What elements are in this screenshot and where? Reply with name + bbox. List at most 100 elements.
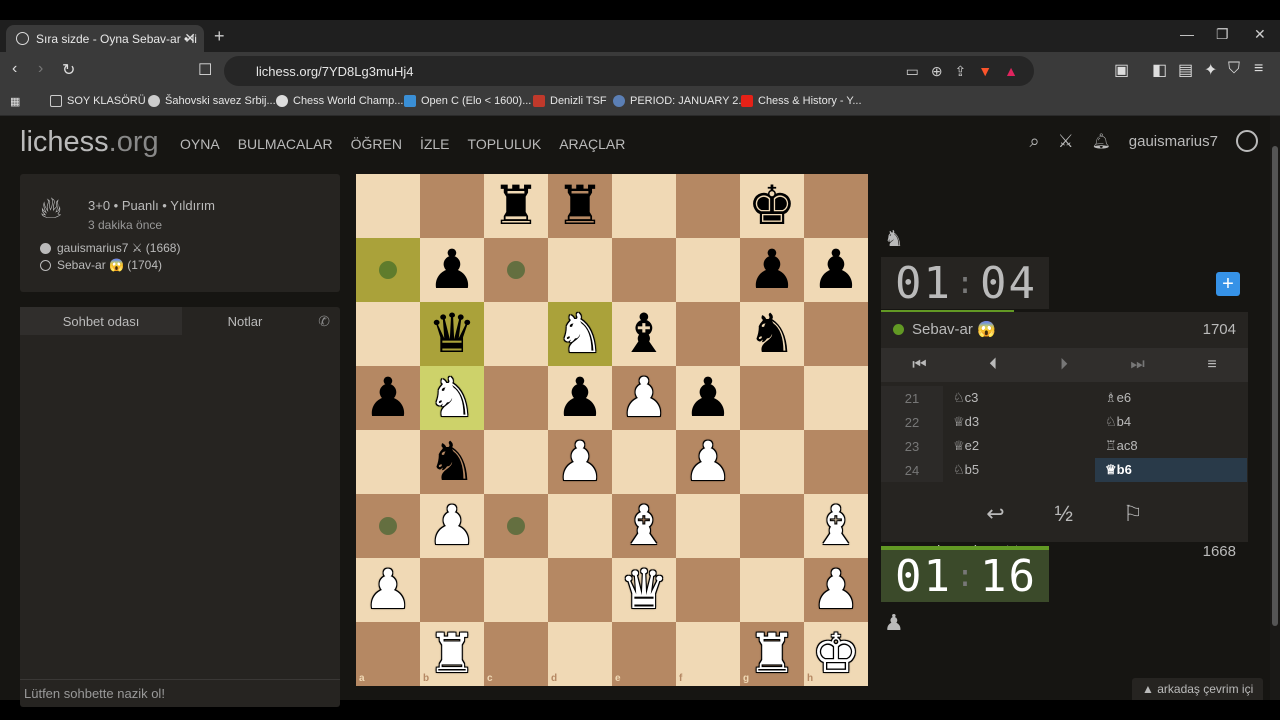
white-piece-b5[interactable]: ♞: [420, 366, 484, 430]
square-d2[interactable]: [548, 558, 612, 622]
black-piece-b7[interactable]: ♟: [420, 238, 484, 302]
bookmark-item[interactable]: Open C (Elo < 1600)...: [404, 95, 531, 107]
square-f6[interactable]: [676, 302, 740, 366]
black-move[interactable]: ♘b4: [1095, 410, 1247, 434]
scrollbar-thumb[interactable]: [1272, 146, 1278, 626]
square-a1[interactable]: [356, 622, 420, 686]
square-c4[interactable]: [484, 430, 548, 494]
square-a6[interactable]: [356, 302, 420, 366]
tab-notes[interactable]: Notlar: [182, 307, 308, 335]
address-bar[interactable]: lichess.org/7YD8Lg3muHj4 ▭ ⊕ ⇪ ▼ ▲: [224, 56, 1034, 86]
square-e4[interactable]: [612, 430, 676, 494]
square-f1[interactable]: [676, 622, 740, 686]
white-piece-a2[interactable]: ♟: [356, 558, 420, 622]
notification-bell-icon[interactable]: 🔔︎: [1092, 132, 1111, 150]
apps-icon[interactable]: ▦: [10, 95, 20, 108]
black-piece-d5[interactable]: ♟: [548, 366, 612, 430]
friends-online-button[interactable]: ▲ arkadaş çevrim içi: [1132, 678, 1264, 700]
square-a4[interactable]: [356, 430, 420, 494]
white-piece-e3[interactable]: ♝: [612, 494, 676, 558]
square-c6[interactable]: [484, 302, 548, 366]
user-avatar-icon[interactable]: [1236, 130, 1258, 152]
bookmark-item[interactable]: Chess World Champ...: [276, 95, 403, 107]
white-piece-d6[interactable]: ♞: [548, 302, 612, 366]
nav-tools[interactable]: ARAÇLAR: [559, 136, 625, 152]
legal-move-dot[interactable]: [507, 517, 525, 535]
nav-play[interactable]: OYNA: [180, 136, 220, 152]
square-e7[interactable]: [612, 238, 676, 302]
bookmark-item[interactable]: Chess & History - Y...: [741, 95, 862, 107]
black-piece-b4[interactable]: ♞: [420, 430, 484, 494]
next-move-icon[interactable]: ⏵: [1060, 356, 1068, 374]
square-c5[interactable]: [484, 366, 548, 430]
white-move[interactable]: ♘c3: [943, 386, 1095, 410]
square-g3[interactable]: [740, 494, 804, 558]
last-move-icon[interactable]: ⏭: [1130, 356, 1144, 374]
brave-rewards-icon[interactable]: ▲: [1004, 63, 1018, 80]
square-d3[interactable]: [548, 494, 612, 558]
black-piece-a5[interactable]: ♟: [356, 366, 420, 430]
square-d7[interactable]: [548, 238, 612, 302]
square-g4[interactable]: [740, 430, 804, 494]
menu-icon[interactable]: ≡: [1254, 60, 1263, 78]
close-window-icon[interactable]: ✕: [1254, 26, 1266, 43]
tab-chat-room[interactable]: Sohbet odası: [20, 307, 182, 335]
square-b2[interactable]: [420, 558, 484, 622]
square-f8[interactable]: [676, 174, 740, 238]
prev-move-icon[interactable]: ⏴: [989, 356, 997, 374]
draw-offer-button[interactable]: ½: [1055, 501, 1073, 527]
square-f7[interactable]: [676, 238, 740, 302]
bookmark-item[interactable]: Denizli TSF: [533, 95, 607, 107]
black-move[interactable]: ♗e6: [1095, 386, 1247, 410]
black-piece-c8[interactable]: ♜: [484, 174, 548, 238]
square-b8[interactable]: [420, 174, 484, 238]
legal-move-dot[interactable]: [379, 261, 397, 279]
reader-icon[interactable]: ▣: [1114, 60, 1129, 80]
menu-icon[interactable]: ≡: [1207, 356, 1216, 374]
square-f2[interactable]: [676, 558, 740, 622]
takeback-icon[interactable]: ↩: [986, 501, 1004, 527]
challenge-icon[interactable]: ⚔: [1058, 131, 1074, 152]
first-move-icon[interactable]: ⏮: [912, 356, 926, 374]
square-c2[interactable]: [484, 558, 548, 622]
legal-move-dot[interactable]: [379, 517, 397, 535]
restore-icon[interactable]: ❐: [1216, 26, 1229, 43]
white-piece-g1[interactable]: ♜: [740, 622, 804, 686]
black-move-current[interactable]: ♕b6: [1095, 458, 1247, 482]
resign-flag-icon[interactable]: ⚐: [1123, 501, 1143, 527]
reload-icon[interactable]: ↻: [62, 60, 75, 80]
browser-tab[interactable]: Sıra sizde - Oyna Sebav-ar • li ✕: [6, 25, 204, 52]
search-icon[interactable]: ⌕: [1030, 131, 1040, 152]
bookmark-item[interactable]: Šahovski savez Srbij...: [148, 95, 276, 107]
white-piece-f4[interactable]: ♟: [676, 430, 740, 494]
white-move[interactable]: ♘b5: [943, 458, 1095, 482]
page-scrollbar[interactable]: [1270, 116, 1280, 700]
share-icon[interactable]: ⇪: [955, 63, 967, 80]
chess-board[interactable]: ♜ ♜ ♚ ♟ ♟ ♟ ♛ ♞ ♝ ♞ ♟ ♞ ♟ ♟ ♟ ♞ ♟ ♟ ♟ ♝ ♝ ♟ ♛ ♟ ♜ ♜ ♚ a b c d e f g h 8 7 6 5 4…: [356, 174, 868, 686]
black-piece-d8[interactable]: ♜: [548, 174, 612, 238]
black-piece-e6[interactable]: ♝: [612, 302, 676, 366]
nav-learn[interactable]: ÖĞREN: [351, 136, 402, 152]
black-piece-f5[interactable]: ♟: [676, 366, 740, 430]
username[interactable]: gauismarius7: [1129, 133, 1218, 150]
site-logo[interactable]: lichess.org: [20, 126, 159, 159]
new-tab-button[interactable]: +: [214, 26, 225, 47]
close-tab-icon[interactable]: ✕: [184, 30, 196, 47]
black-piece-g6[interactable]: ♞: [740, 302, 804, 366]
nav-community[interactable]: TOPLULUK: [468, 136, 542, 152]
phone-icon[interactable]: ✆: [318, 313, 330, 330]
square-a8[interactable]: [356, 174, 420, 238]
black-piece-g7[interactable]: ♟: [740, 238, 804, 302]
square-d1[interactable]: [548, 622, 612, 686]
black-move[interactable]: ♖ac8: [1095, 434, 1247, 458]
add-time-button[interactable]: +: [1216, 272, 1240, 296]
square-e8[interactable]: [612, 174, 676, 238]
black-piece-b6[interactable]: ♛: [420, 302, 484, 366]
white-move[interactable]: ♕d3: [943, 410, 1095, 434]
legal-move-dot[interactable]: [507, 261, 525, 279]
square-e1[interactable]: [612, 622, 676, 686]
square-f3[interactable]: [676, 494, 740, 558]
opponent-row[interactable]: Sebav-ar 😱 1704: [881, 312, 1248, 346]
white-piece-b3[interactable]: ♟: [420, 494, 484, 558]
bookmark-item[interactable]: SOY KLASÖRÜ: [50, 95, 146, 107]
